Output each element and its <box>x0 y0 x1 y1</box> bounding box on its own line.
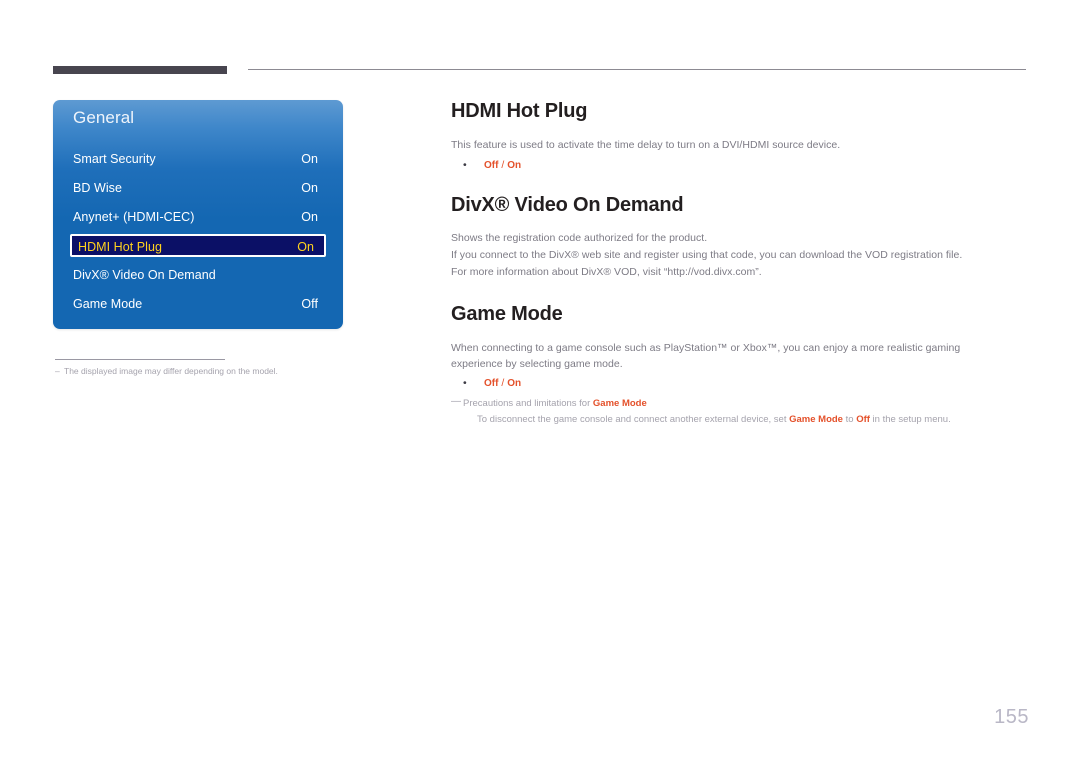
page-header <box>0 0 1080 90</box>
left-note-text: The displayed image may differ depending… <box>64 366 278 376</box>
precautions-detail-emphasis-2: Off <box>856 414 870 425</box>
content-column: HDMI Hot Plug This feature is used to ac… <box>451 100 1029 428</box>
left-note-divider <box>55 359 225 360</box>
body-game-mode: When connecting to a game console such a… <box>451 342 961 370</box>
precautions-detail-part-3: in the setup menu. <box>869 414 951 425</box>
bullet-icon: • <box>463 377 467 389</box>
heading-divx-video-on-demand: DivX® Video On Demand <box>451 194 684 216</box>
precautions-title-emphasis: Game Mode <box>592 398 647 409</box>
precautions-detail-emphasis-1: Game Mode <box>789 414 843 425</box>
left-note: – The displayed image may differ dependin… <box>55 366 385 376</box>
option-on: On <box>507 160 522 171</box>
options-hdmi-hot-plug: • Off / On <box>451 157 1029 174</box>
osd-menu-panel: General Smart Security On BD Wise On Any… <box>53 100 343 329</box>
osd-row-label: HDMI Hot Plug <box>78 240 163 254</box>
osd-panel-title: General <box>73 108 135 127</box>
precautions-title-prefix: Precautions and limitations for <box>463 398 593 409</box>
page-number: 155 <box>994 706 1029 728</box>
precautions-detail: To disconnect the game console and conne… <box>463 412 1029 428</box>
precautions-title: Precautions and limitations for Game Mod… <box>463 396 1029 412</box>
header-divider-line <box>248 69 1026 70</box>
osd-row-divx-video-on-demand[interactable]: DivX® Video On Demand <box>53 263 343 287</box>
note-dash-marker: — <box>451 396 461 407</box>
osd-row-label: BD Wise <box>73 181 122 195</box>
divx-line-1: Shows the registration code authorized f… <box>451 232 708 244</box>
body-hdmi-hot-plug: This feature is used to activate the tim… <box>451 139 841 151</box>
precautions-detail-part-1: To disconnect the game console and conne… <box>477 414 790 425</box>
option-separator: / <box>498 159 508 171</box>
osd-row-value: On <box>301 152 318 166</box>
options-game-mode: • Off / On <box>451 375 1029 392</box>
osd-row-game-mode[interactable]: Game Mode Off <box>53 292 343 316</box>
note-dash-marker: – <box>55 366 60 376</box>
divx-line-2: If you connect to the DivX® web site and… <box>451 249 963 261</box>
osd-row-bd-wise[interactable]: BD Wise On <box>53 176 343 200</box>
option-separator: / <box>498 377 508 389</box>
heading-hdmi-hot-plug: HDMI Hot Plug <box>451 100 588 122</box>
option-off: Off <box>484 378 499 389</box>
osd-row-label: Smart Security <box>73 152 156 166</box>
game-mode-precautions-note: — Precautions and limitations for Game M… <box>451 396 1029 428</box>
osd-row-anynet-hdmi-cec[interactable]: Anynet+ (HDMI-CEC) On <box>53 205 343 229</box>
osd-row-value: Off <box>301 297 318 311</box>
osd-row-value: On <box>301 210 318 224</box>
osd-row-label: Anynet+ (HDMI-CEC) <box>73 210 195 224</box>
bullet-icon: • <box>463 159 467 171</box>
osd-row-label: Game Mode <box>73 297 143 311</box>
divx-line-3: For more information about DivX® VOD, vi… <box>451 266 762 278</box>
osd-row-hdmi-hot-plug-selected[interactable]: HDMI Hot Plug On <box>70 234 326 257</box>
osd-row-smart-security[interactable]: Smart Security On <box>53 147 343 171</box>
option-off: Off <box>484 160 499 171</box>
option-on: On <box>507 378 522 389</box>
osd-row-value: On <box>297 240 314 254</box>
heading-game-mode: Game Mode <box>451 303 563 325</box>
precautions-detail-part-2: to <box>842 414 857 425</box>
osd-row-value: On <box>301 181 318 195</box>
header-accent-bar <box>53 66 227 74</box>
osd-row-label: DivX® Video On Demand <box>73 268 216 282</box>
